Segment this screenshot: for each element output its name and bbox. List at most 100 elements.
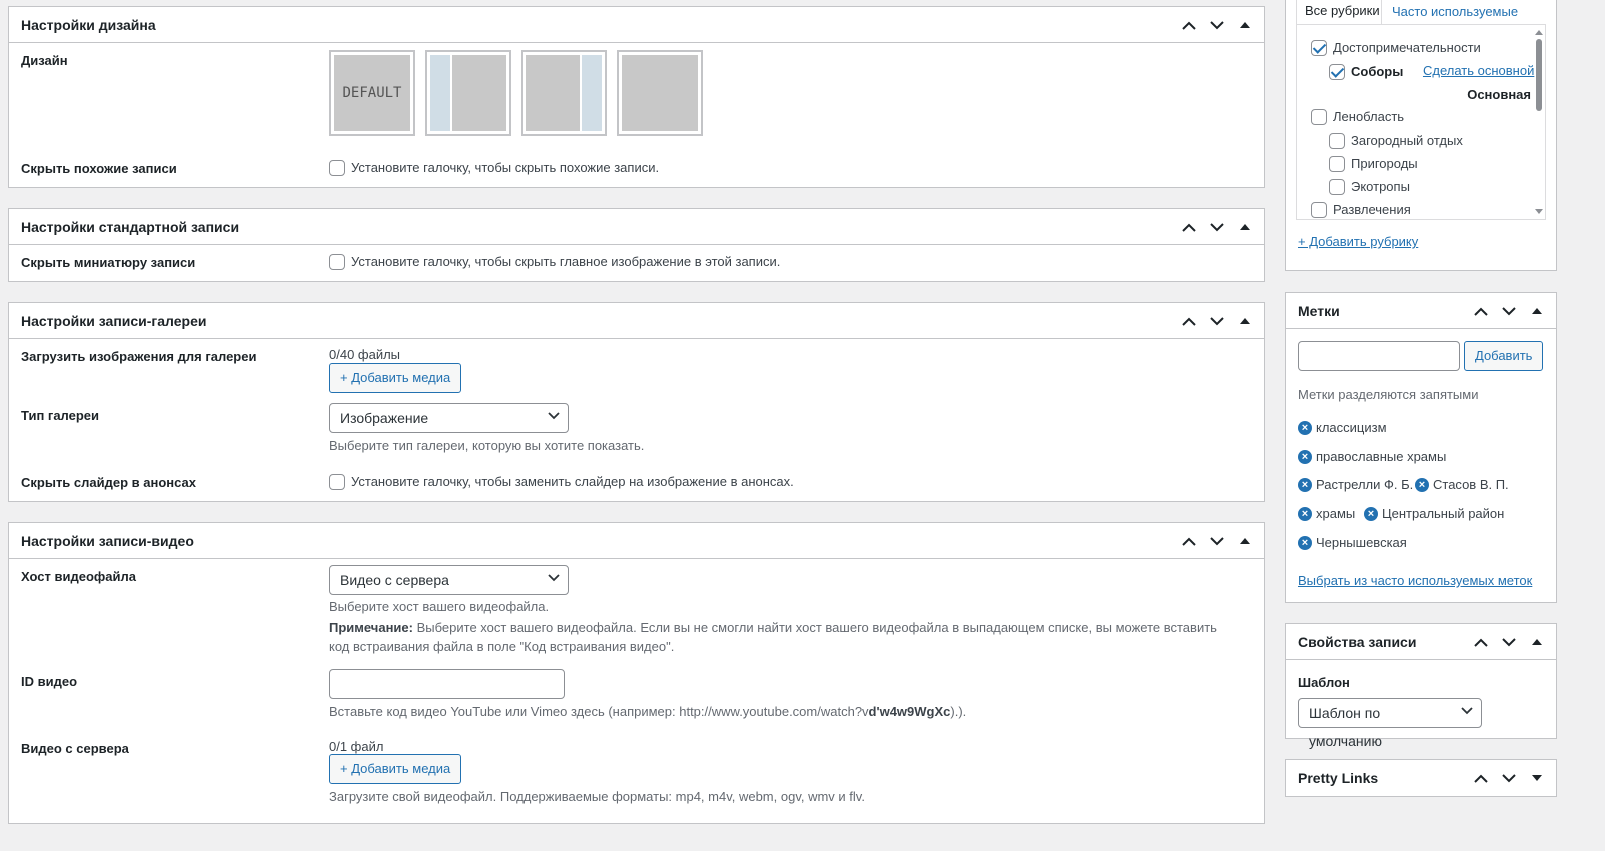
gallery-type-select[interactable]: Изображение (329, 403, 569, 433)
remove-tag-icon[interactable]: × (1298, 535, 1312, 550)
remove-tag-icon[interactable]: × (1415, 477, 1429, 492)
box-title: Настройки дизайна (21, 16, 156, 33)
hide-related-checkbox[interactable] (329, 159, 345, 176)
category-checkbox[interactable] (1311, 108, 1327, 125)
gallery-upload-label: Загрузить изображения для галереи (21, 349, 257, 364)
tag-input[interactable] (1298, 341, 1460, 371)
tags-header[interactable]: Метки (1286, 293, 1556, 329)
category-checkbox[interactable] (1329, 178, 1345, 195)
choose-popular-tags-link[interactable]: Выбрать из часто используемых меток (1298, 573, 1532, 588)
expand-toggle-icon[interactable] (1526, 767, 1548, 789)
gallery-add-media-button[interactable]: + Добавить медиа (329, 363, 462, 393)
category-tab-popular[interactable]: Часто используемые (1392, 4, 1518, 19)
design-full-width-preview (622, 55, 698, 131)
video-host-label: Хост видеофайла (21, 569, 136, 584)
post-properties-header[interactable]: Свойства записи (1286, 624, 1556, 660)
gallery-file-count: 0/40 файлы (329, 347, 401, 362)
move-down-icon[interactable] (1206, 14, 1228, 36)
hide-slider-checkbox[interactable] (329, 473, 345, 490)
category-label: Ленобласть (1333, 109, 1405, 125)
move-up-icon[interactable] (1178, 14, 1200, 36)
category-label: Соборы (1351, 64, 1404, 80)
collapse-toggle-icon[interactable] (1234, 216, 1256, 238)
category-checkbox[interactable] (1311, 201, 1327, 218)
template-select[interactable]: Шаблон по умолчанию (1298, 698, 1482, 749)
pretty-links-header[interactable]: Pretty Links (1286, 760, 1556, 796)
category-item[interactable]: Экотропы (1329, 178, 1410, 195)
add-category-link[interactable]: + Добавить рубрику (1298, 234, 1418, 249)
category-item[interactable]: Пригороды (1329, 155, 1418, 172)
remove-tag-icon[interactable]: × (1298, 506, 1312, 521)
move-up-icon[interactable] (1470, 300, 1492, 322)
remove-tag-icon[interactable]: × (1298, 477, 1312, 492)
tag-item: × Растрелли Ф. Б. (1298, 476, 1413, 492)
design-option-left-sidebar[interactable] (425, 50, 511, 136)
design-settings-header[interactable]: Настройки дизайна (9, 7, 1264, 43)
move-down-icon[interactable] (1206, 530, 1228, 552)
video-note-label: Примечание: (329, 620, 413, 635)
category-scrollbar[interactable] (1533, 25, 1545, 219)
category-item[interactable]: Достопримечательности (1311, 39, 1481, 56)
move-up-icon[interactable] (1470, 767, 1492, 789)
tag-label: Стасов В. П. (1433, 477, 1509, 493)
video-add-media-button[interactable]: + Добавить медиа (329, 754, 462, 784)
collapse-toggle-icon[interactable] (1234, 530, 1256, 552)
move-down-icon[interactable] (1498, 300, 1520, 322)
move-down-icon[interactable] (1498, 767, 1520, 789)
move-down-icon[interactable] (1206, 310, 1228, 332)
video-settings-header[interactable]: Настройки записи-видео (9, 523, 1264, 559)
hide-thumb-field: Установите галочку, чтобы скрыть главное… (329, 253, 780, 270)
move-down-icon[interactable] (1498, 631, 1520, 653)
move-up-icon[interactable] (1178, 530, 1200, 552)
category-checkbox[interactable] (1329, 132, 1345, 149)
category-item[interactable]: Развлечения (1311, 201, 1411, 218)
make-primary-link[interactable]: Сделать основной (1423, 63, 1534, 78)
collapse-toggle-icon[interactable] (1526, 631, 1548, 653)
design-option-full-width[interactable] (617, 50, 703, 136)
gallery-settings-header[interactable]: Настройки записи-галереи (9, 303, 1264, 339)
collapse-toggle-icon[interactable] (1526, 300, 1548, 322)
remove-tag-icon[interactable]: × (1364, 506, 1378, 521)
scroll-thumb[interactable] (1536, 39, 1542, 111)
design-option-right-sidebar[interactable] (521, 50, 607, 136)
category-list-panel: Достопримечательности Соборы Сделать осн… (1296, 24, 1546, 220)
video-server-desc: Загрузите свой видеофайл. Поддерживаемые… (329, 789, 865, 804)
tag-label: православные храмы (1316, 449, 1447, 465)
category-checkbox[interactable] (1329, 155, 1345, 172)
category-item[interactable]: Соборы Сделать основной (1329, 63, 1534, 80)
collapse-toggle-icon[interactable] (1234, 310, 1256, 332)
move-up-icon[interactable] (1470, 631, 1492, 653)
move-down-icon[interactable] (1206, 216, 1228, 238)
hide-thumb-checkbox[interactable] (329, 253, 345, 270)
move-up-icon[interactable] (1178, 310, 1200, 332)
category-checkbox[interactable] (1329, 63, 1345, 80)
design-settings-box: Настройки дизайна Дизайн DEFAULT Скрыть … (8, 6, 1265, 188)
design-left-sidebar-preview (430, 55, 506, 131)
move-up-icon[interactable] (1178, 216, 1200, 238)
video-id-label: ID видео (21, 674, 78, 689)
design-label: Дизайн (21, 53, 68, 68)
scroll-up-icon (1535, 30, 1543, 35)
standard-settings-box: Настройки стандартной записи Скрыть мини… (8, 208, 1265, 282)
add-tag-button[interactable]: Добавить (1464, 341, 1544, 371)
remove-tag-icon[interactable]: × (1298, 449, 1312, 464)
remove-tag-icon[interactable]: × (1298, 420, 1312, 435)
box-title: Pretty Links (1298, 770, 1379, 786)
design-option-default[interactable]: DEFAULT (329, 50, 415, 136)
post-properties-box: Свойства записи Шаблон Шаблон по умолчан… (1285, 623, 1557, 749)
category-tab-all[interactable]: Все рубрики (1296, 0, 1382, 24)
tag-label: классицизм (1316, 420, 1387, 436)
category-item[interactable]: Ленобласть (1311, 108, 1404, 125)
standard-settings-header[interactable]: Настройки стандартной записи (9, 209, 1264, 245)
tag-item: × Центральный район (1364, 505, 1504, 521)
video-id-input[interactable] (329, 669, 565, 699)
tag-label: Растрелли Ф. Б. (1316, 477, 1414, 493)
category-item[interactable]: Загородный отдых (1329, 132, 1463, 149)
category-tab-all-label: Все рубрики (1305, 3, 1380, 18)
category-checkbox[interactable] (1311, 39, 1327, 56)
collapse-toggle-icon[interactable] (1234, 14, 1256, 36)
video-host-select[interactable]: Видео с сервера (329, 565, 569, 595)
tag-item: × Стасов В. П. (1415, 476, 1509, 492)
chevron-down-icon (548, 412, 560, 420)
gallery-type-desc: Выберите тип галереи, которую вы хотите … (329, 438, 645, 453)
